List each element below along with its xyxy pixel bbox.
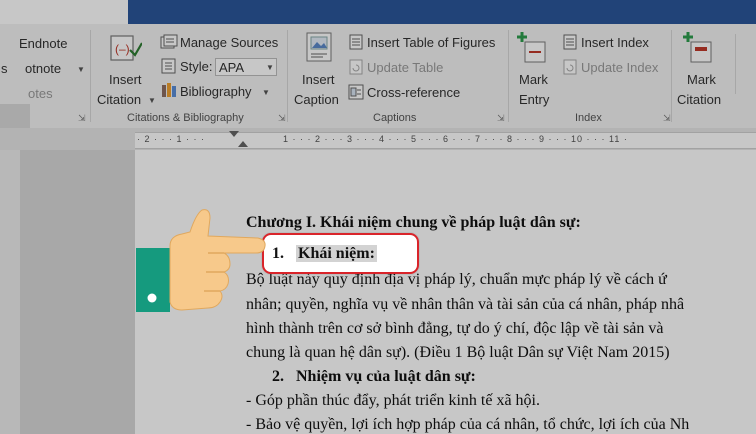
update-table-icon	[349, 59, 363, 75]
group-divider	[287, 30, 288, 122]
cross-reference-icon	[348, 84, 364, 100]
index-group-label: Index	[575, 112, 602, 124]
insert-index-button[interactable]: Insert Index	[581, 35, 649, 50]
list-item-1[interactable]: 1. Khái niệm:	[272, 245, 377, 263]
insert-citation-button[interactable]: (–) Insert Citation ▼	[96, 28, 156, 118]
mark-entry-button[interactable]: Mark Entry	[512, 28, 558, 112]
list-number: 1.	[272, 245, 284, 262]
insert-citation-label-1: Insert	[109, 72, 142, 87]
bullet-line: - Góp phần thúc đẩy, phát triển kinh tế …	[246, 392, 540, 409]
ruler-left-ticks: · 2 · · · 1 · · ·	[137, 134, 205, 144]
manage-sources-icon	[160, 34, 178, 49]
references-ribbon: Endnote s otnote ▼ otes ⇲ (–) Insert Cit…	[0, 24, 756, 129]
style-label: Style:	[180, 59, 213, 74]
list-number: 2.	[272, 368, 284, 385]
list-title: Nhiệm vụ của luật dân sự:	[296, 368, 476, 385]
style-icon	[161, 58, 176, 74]
hanging-indent-marker-icon[interactable]	[238, 141, 248, 147]
bullet-line: - Bảo vệ quyền, lợi ích hợp pháp của cá …	[246, 416, 690, 433]
insert-citation-icon: (–)	[110, 35, 142, 61]
footnotes-dialog-launcher-icon[interactable]: ⇲	[78, 113, 86, 124]
insert-caption-label-1: Insert	[302, 72, 335, 87]
index-dialog-launcher-icon[interactable]: ⇲	[663, 113, 671, 124]
update-table-button[interactable]: Update Table	[367, 60, 443, 75]
chevron-down-icon[interactable]: ▼	[77, 65, 85, 74]
ribbon-overflow-edge	[735, 34, 750, 94]
insert-caption-button[interactable]: Insert Caption	[292, 28, 344, 112]
group-divider	[508, 30, 509, 122]
manage-sources-button[interactable]: Manage Sources	[180, 35, 278, 50]
insert-caption-icon	[306, 32, 332, 62]
captions-dialog-launcher-icon[interactable]: ⇲	[497, 113, 505, 124]
paragraph-line: chung là quan hệ dân sự). (Điều 1 Bộ luậ…	[246, 344, 670, 361]
next-footnote-button[interactable]: otnote	[25, 61, 61, 76]
bibliography-icon	[162, 83, 176, 97]
mark-citation-label-1: Mark	[687, 72, 716, 87]
mark-entry-label-1: Mark	[519, 72, 548, 87]
pointing-hand-icon	[136, 209, 266, 312]
paragraph-line: hình thành trên cơ sở bình đẳng, tự do ý…	[246, 320, 664, 337]
insert-citation-label-2: Citation	[97, 92, 142, 107]
show-notes-button[interactable]: otes	[28, 86, 53, 101]
ruler-right-ticks: 1 · · · 2 · · · 3 · · · 4 · · · 5 · · · …	[283, 134, 628, 144]
update-index-button[interactable]: Update Index	[581, 60, 658, 75]
cross-reference-button[interactable]: Cross-reference	[367, 85, 460, 100]
left-pane	[0, 128, 20, 434]
insert-index-icon	[563, 34, 577, 50]
chevron-down-icon[interactable]: ▼	[266, 63, 274, 72]
citations-dialog-launcher-icon[interactable]: ⇲	[278, 113, 286, 124]
selected-heading-text: Khái niệm:	[296, 245, 377, 262]
captions-group-label: Captions	[373, 112, 417, 124]
chevron-down-icon: ▼	[148, 96, 156, 105]
title-bar	[128, 0, 756, 26]
mark-citation-button[interactable]: Mark Citation	[674, 28, 730, 112]
first-line-indent-marker-icon[interactable]	[229, 131, 239, 137]
insert-table-of-figures-button[interactable]: Insert Table of Figures	[367, 35, 495, 50]
mark-citation-label-2: Citation	[677, 92, 722, 107]
citation-style-value: APA	[219, 60, 245, 75]
paragraph-line: nhân; quyền, nghĩa vụ về nhân thân và tà…	[246, 296, 685, 313]
citations-group-label: Citations & Bibliography	[127, 112, 244, 124]
group-divider	[90, 30, 91, 122]
insert-caption-label-2: Caption	[294, 92, 339, 107]
mark-entry-label-2: Entry	[519, 92, 550, 107]
horizontal-ruler[interactable]: · 2 · · · 1 · · · 1 · · · 2 · · · 3 · · …	[135, 131, 756, 149]
mark-entry-icon	[517, 32, 546, 63]
chapter-heading: Chương I. Khái niệm chung về pháp luật d…	[246, 214, 581, 231]
group-divider	[671, 30, 672, 122]
svg-text:(–): (–)	[115, 42, 130, 56]
mark-citation-icon	[683, 32, 712, 63]
chevron-down-icon[interactable]: ▼	[262, 88, 270, 97]
update-index-icon	[563, 59, 577, 75]
next-footnote-prefix: s	[1, 61, 8, 76]
insert-endnote-button[interactable]: Endnote	[19, 36, 67, 51]
table-of-figures-icon	[349, 34, 363, 50]
list-item-2: 2. Nhiệm vụ của luật dân sự:	[272, 368, 476, 386]
bibliography-button[interactable]: Bibliography	[180, 84, 252, 99]
